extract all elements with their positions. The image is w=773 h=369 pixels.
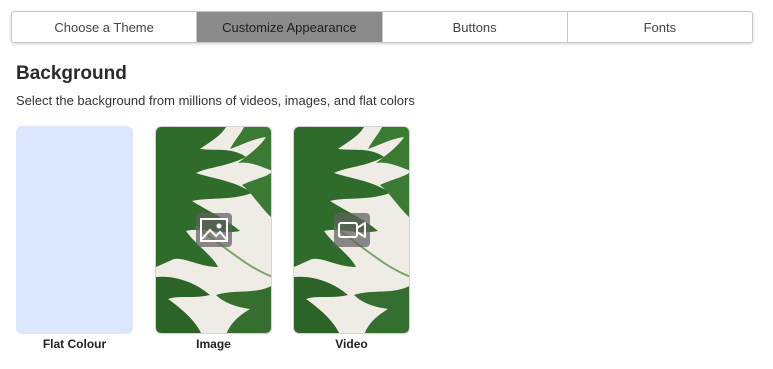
video-preview[interactable] [293,126,410,334]
option-label-flat-colour: Flat Colour [42,337,107,351]
tab-buttons[interactable]: Buttons [383,12,568,42]
tab-customize-appearance[interactable]: Customize Appearance [197,12,383,42]
video-camera-icon [334,213,370,247]
section-title: Background [16,63,127,84]
section-subtitle: Select the background from millions of v… [16,93,415,108]
tab-bar: Choose a Theme Customize Appearance Butt… [11,11,753,43]
option-label-video: Video [335,337,368,351]
background-option-flat-colour[interactable]: Flat Colour [16,126,133,351]
background-option-video[interactable]: Video [293,126,410,351]
option-label-image: Image [196,337,231,351]
image-icon [196,213,232,247]
image-preview[interactable] [155,126,272,334]
tab-choose-theme[interactable]: Choose a Theme [12,12,198,42]
tab-fonts[interactable]: Fonts [568,12,752,42]
flat-colour-swatch[interactable] [16,126,133,334]
background-option-image[interactable]: Image [155,126,272,351]
